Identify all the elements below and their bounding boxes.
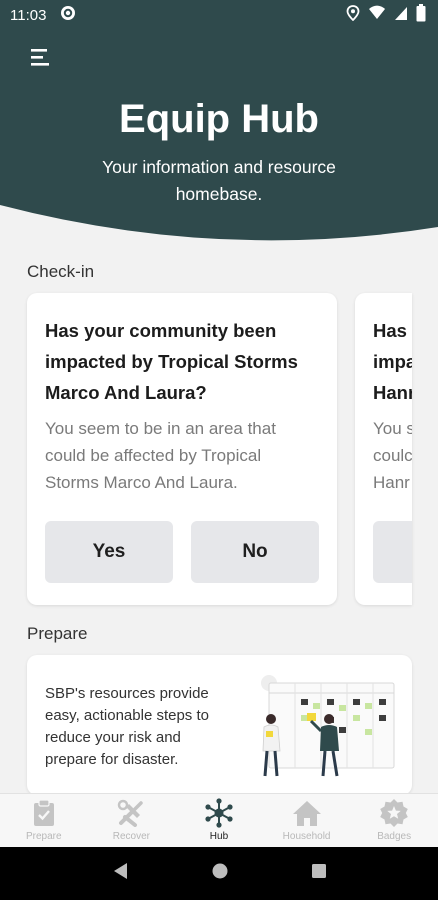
nav-label: Household — [282, 831, 331, 842]
planning-board-illustration — [261, 675, 395, 777]
nav-label: Hub — [209, 831, 229, 842]
prepare-section-label: Prepare — [27, 624, 88, 643]
star-badge-icon — [379, 798, 409, 828]
next-card-title-line: impa — [373, 351, 412, 372]
page-title: Equip Hub — [119, 97, 319, 141]
nav-item-household[interactable]: Household — [263, 794, 351, 847]
checkin-card-next[interactable]: Has impa Hanr You s coulc Hanr — [355, 293, 412, 605]
next-card-title-line: Hanr — [373, 382, 412, 403]
checkin-card-title: Has your community been impacted by Trop… — [45, 320, 298, 403]
bottom-nav: Prepare Recover Hub Household Badges — [0, 793, 438, 847]
hamburger-menu-icon — [31, 49, 49, 66]
nav-item-prepare[interactable]: Prepare — [0, 794, 88, 847]
recents-button[interactable] — [311, 863, 327, 884]
location-icon — [346, 5, 360, 25]
next-card-button[interactable] — [373, 521, 412, 583]
next-card-body-line: You s — [373, 419, 412, 438]
nav-label: Prepare — [26, 831, 62, 842]
status-time: 11:03 — [10, 6, 47, 24]
tools-icon — [116, 798, 146, 828]
nav-label: Recover — [112, 831, 151, 842]
nav-item-recover[interactable]: Recover — [88, 794, 176, 847]
nav-item-badges[interactable]: Badges — [350, 794, 438, 847]
checkin-card: Has your community been impacted by Trop… — [27, 293, 337, 605]
android-nav-bar — [0, 847, 438, 900]
status-bar: 11:03 — [0, 0, 438, 30]
checkin-card-body: You seem to be in an area that could be … — [45, 419, 276, 492]
nav-item-hub[interactable]: Hub — [175, 794, 263, 847]
next-card-title-line: Has — [373, 320, 407, 341]
hub-header: Equip Hub Your information and resource … — [0, 0, 438, 245]
house-icon — [292, 798, 322, 828]
cell-signal-icon — [394, 5, 408, 25]
wifi-icon — [368, 5, 386, 25]
next-card-body-line: coulc — [373, 446, 412, 465]
next-card-title: Has impa Hanr — [373, 315, 412, 408]
sync-icon — [60, 5, 76, 25]
clipboard-check-icon — [29, 798, 59, 828]
next-card-body: You s coulc Hanr — [373, 415, 412, 496]
checkin-section-label: Check-in — [27, 262, 95, 281]
page-subtitle: Your information and resource homebase. — [102, 157, 336, 204]
home-button[interactable] — [211, 862, 229, 885]
prepare-description: SBP's resources provide easy, actionable… — [45, 685, 209, 768]
prepare-card[interactable]: SBP's resources provide easy, actionable… — [27, 655, 412, 795]
nav-label: Badges — [377, 831, 412, 842]
menu-button[interactable] — [28, 46, 54, 68]
network-hub-icon — [204, 798, 234, 828]
home-circle-icon — [212, 863, 228, 879]
battery-icon — [416, 4, 426, 26]
back-triangle-icon — [114, 863, 127, 879]
yes-button[interactable]: Yes — [45, 521, 173, 583]
next-card-body-line: Hanr — [373, 473, 410, 492]
recents-square-icon — [312, 864, 326, 878]
back-button[interactable] — [111, 861, 129, 886]
no-button[interactable]: No — [191, 521, 319, 583]
